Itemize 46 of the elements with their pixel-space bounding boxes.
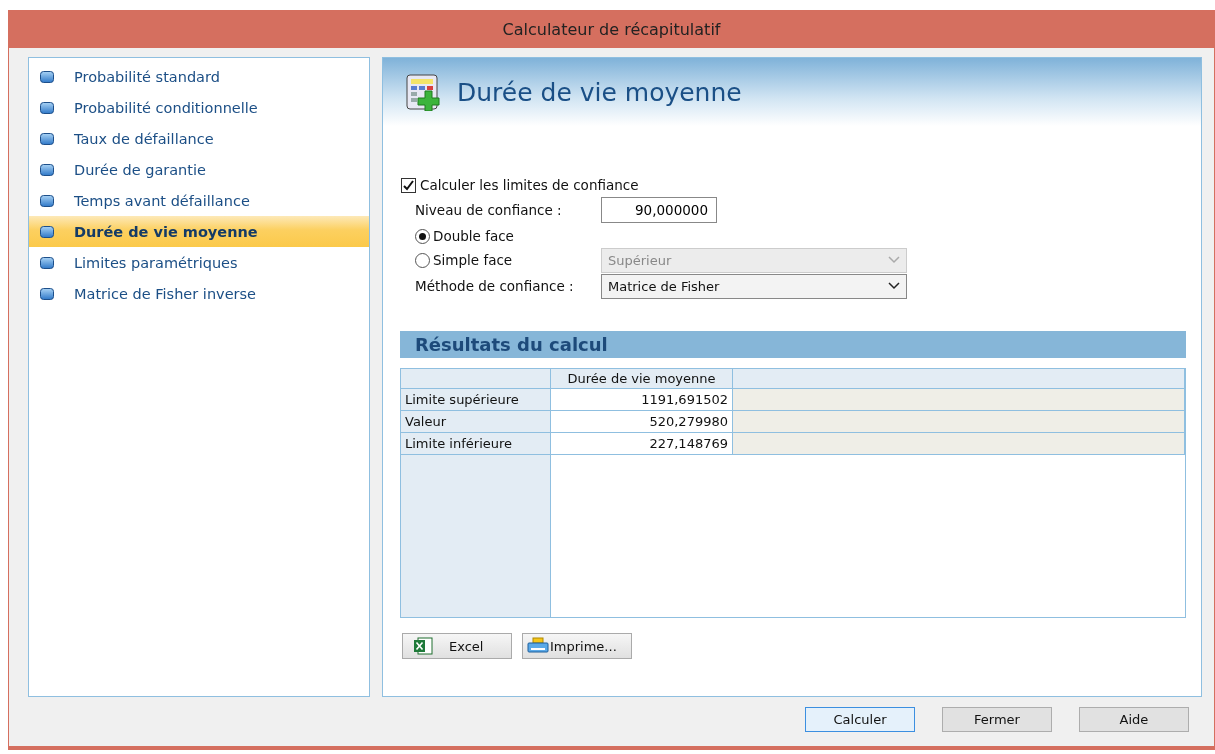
column-header: Durée de vie moyenne: [551, 369, 733, 389]
bullet-icon: [40, 287, 54, 300]
sidebar-item[interactable]: Limites paramétriques: [29, 247, 369, 278]
excel-button[interactable]: Excel: [402, 633, 512, 659]
sidebar-item[interactable]: Probabilité standard: [29, 61, 369, 92]
chevron-icon: [888, 256, 900, 264]
method-dropdown[interactable]: Matrice de Fisher: [601, 273, 907, 299]
radio-label: Double face: [433, 228, 514, 244]
dialog-button[interactable]: Fermer: [942, 707, 1052, 732]
table-cell: 227,148769: [551, 433, 733, 455]
table-cell: 1191,691502: [551, 389, 733, 411]
sidebar-item[interactable]: Durée de vie moyenne: [29, 216, 369, 247]
radio-button[interactable]: [415, 228, 430, 244]
bullet-icon: [40, 163, 54, 176]
panel-title: Durée de vie moyenne: [457, 77, 742, 107]
checkbox[interactable]: [401, 177, 416, 193]
bullet-icon: [40, 194, 54, 207]
field-label: Niveau de confiance :: [414, 202, 563, 218]
dialog-button[interactable]: Calculer: [805, 707, 915, 732]
bullet-icon: [40, 101, 54, 114]
bullet-icon: [40, 225, 54, 238]
radio-label: Simple face: [433, 252, 513, 268]
sidebar-item[interactable]: Taux de défaillance: [29, 123, 369, 154]
bullet-icon: [40, 70, 54, 83]
sidebar-item[interactable]: Probabilité conditionnelle: [29, 92, 369, 123]
sidebar-item[interactable]: Temps avant défaillance: [29, 185, 369, 216]
sidebar-item[interactable]: Durée de garantie: [29, 154, 369, 185]
print-button[interactable]: Imprime...: [522, 633, 632, 659]
spreadsheet-icon: [413, 637, 433, 655]
checkbox-label: Calculer les limites de confiance: [420, 177, 639, 193]
radio-button[interactable]: [415, 252, 430, 268]
sidebar-item[interactable]: Matrice de Fisher inverse: [29, 278, 369, 309]
row-header: Limite supérieure: [401, 389, 551, 411]
field-label: Méthode de confiance :: [414, 278, 575, 294]
bullet-icon: [40, 256, 54, 269]
printer-icon: [527, 637, 549, 655]
window-title: Calculateur de récapitulatif: [502, 19, 721, 39]
row-header: Valeur: [401, 411, 551, 433]
confidence-level-field[interactable]: 90,000000: [601, 197, 717, 223]
section-title: Résultats du calcul: [415, 334, 608, 355]
chevron-icon: [888, 282, 900, 290]
bullet-icon: [40, 132, 54, 145]
table-cell: 520,279980: [551, 411, 733, 433]
row-header: Limite inférieure: [401, 433, 551, 455]
dialog-button[interactable]: Aide: [1079, 707, 1189, 732]
calculator-plus-icon: [405, 73, 441, 111]
